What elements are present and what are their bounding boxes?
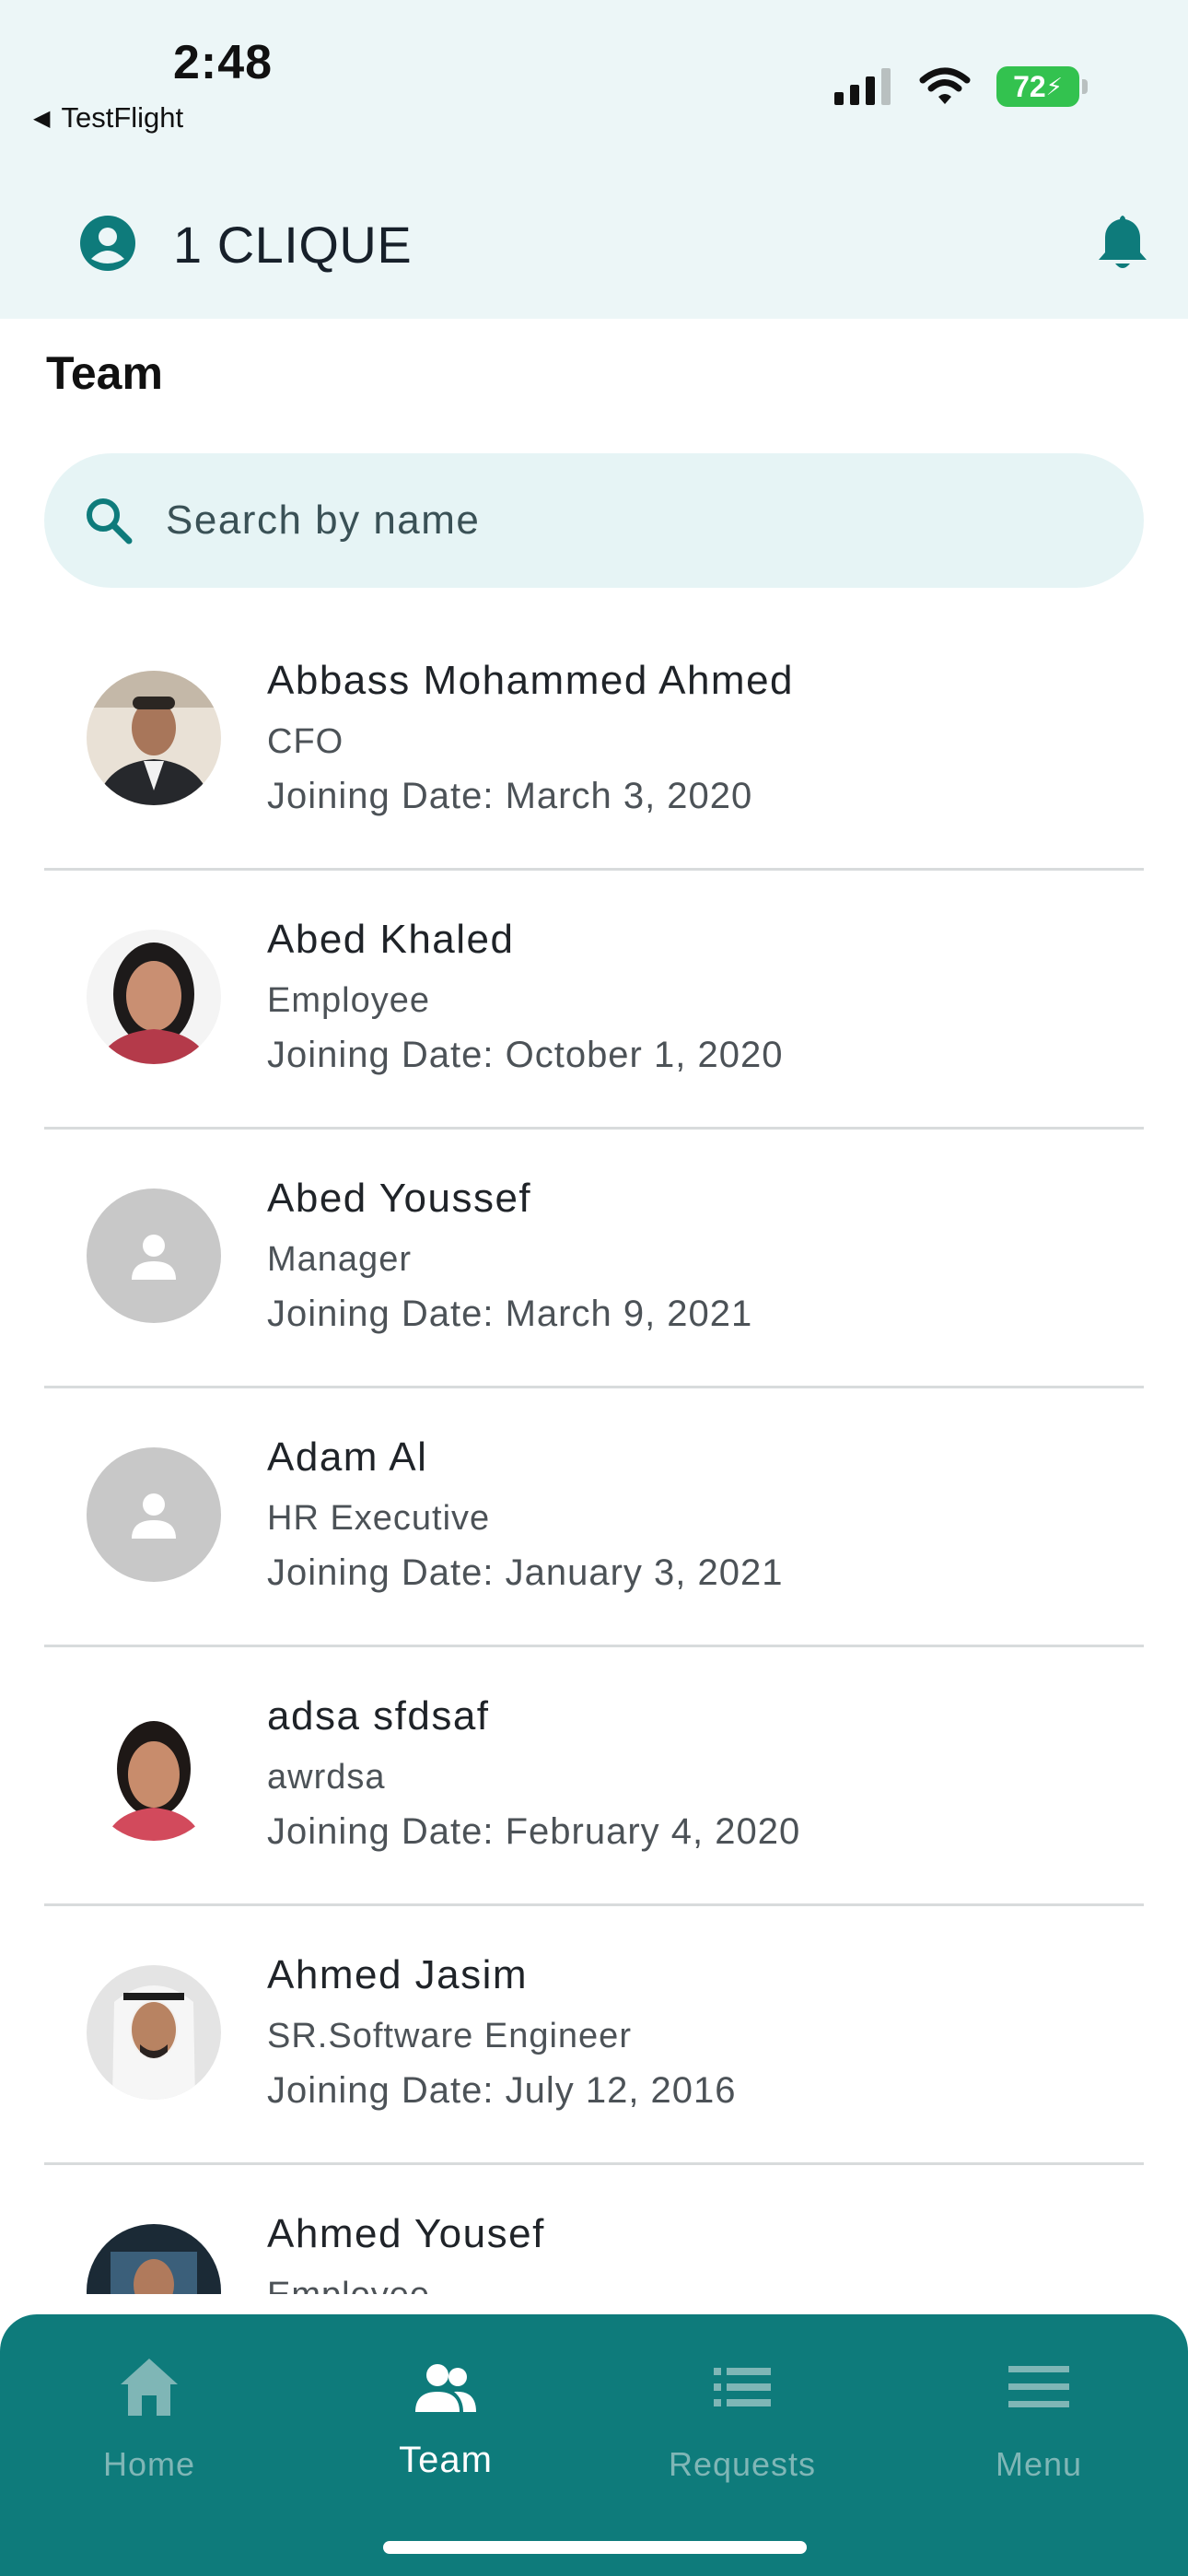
avatar xyxy=(87,930,221,1064)
member-role: Employee xyxy=(267,981,430,1020)
search-bar[interactable] xyxy=(44,453,1144,588)
back-arrow-icon: ◀ xyxy=(33,105,51,131)
avatar xyxy=(87,2224,221,2294)
charging-bolt-icon: ⚡ xyxy=(1045,72,1063,100)
nav-home[interactable]: Home xyxy=(39,2340,260,2506)
member-name: Abed Khaled xyxy=(267,917,515,962)
list-item[interactable]: Ahmed Jasim SR.Software Engineer Joining… xyxy=(44,1906,1144,2165)
list-icon xyxy=(714,2368,771,2406)
back-app-label: TestFlight xyxy=(61,101,184,134)
nav-requests[interactable]: Requests xyxy=(632,2340,853,2506)
app-title: 1 CLIQUE xyxy=(173,216,413,274)
nav-menu[interactable]: Menu xyxy=(928,2340,1149,2506)
avatar-placeholder xyxy=(87,1447,221,1582)
list-item[interactable]: Adam Al HR Executive Joining Date: Janua… xyxy=(44,1388,1144,1647)
person-icon xyxy=(132,1235,176,1280)
signal-icon xyxy=(834,68,891,105)
nav-team[interactable]: Team xyxy=(335,2340,556,2506)
page-title: Team xyxy=(46,347,163,399)
member-name: Ahmed Yousef xyxy=(267,2211,545,2256)
list-item[interactable]: Abed Youssef Manager Joining Date: March… xyxy=(44,1130,1144,1388)
avatar xyxy=(87,1706,221,1841)
home-icon xyxy=(121,2359,178,2416)
member-name: Abbass Mohammed Ahmed xyxy=(267,658,795,703)
wifi-icon xyxy=(919,67,971,104)
avatar-photo xyxy=(87,671,221,805)
team-icon xyxy=(415,2364,476,2412)
member-joining-date: Joining Date: July 12, 2016 xyxy=(267,2070,737,2111)
nav-team-label: Team xyxy=(399,2440,493,2480)
member-name: Ahmed Jasim xyxy=(267,1952,529,1997)
battery-icon: 72 ⚡ xyxy=(996,66,1088,107)
team-list[interactable]: Abbass Mohammed Ahmed CFO Joining Date: … xyxy=(0,612,1188,2294)
member-joining-date: Joining Date: March 9, 2021 xyxy=(267,1294,753,1334)
member-joining-date: Joining Date: January 3, 2021 xyxy=(267,1552,784,1593)
status-time: 2:48 xyxy=(173,36,274,89)
member-role: Manager xyxy=(267,1240,412,1279)
user-profile-icon[interactable] xyxy=(79,215,136,272)
member-joining-date: Joining Date: February 4, 2020 xyxy=(267,1811,801,1852)
avatar-placeholder xyxy=(87,1188,221,1323)
avatar xyxy=(87,671,221,805)
nav-home-label: Home xyxy=(102,2445,196,2483)
list-item[interactable]: Ahmed Yousef Employee xyxy=(44,2165,1144,2294)
search-icon xyxy=(87,498,133,544)
top-header: 2:48 ◀ TestFlight 72 ⚡ 1 CLIQUE xyxy=(0,0,1188,319)
status-indicators: 72 ⚡ xyxy=(834,66,1088,107)
member-role: CFO xyxy=(267,722,344,761)
nav-requests-label: Requests xyxy=(668,2445,817,2483)
back-to-app-link[interactable]: ◀ TestFlight xyxy=(33,101,183,135)
list-item[interactable]: adsa sfdsaf awrdsa Joining Date: Februar… xyxy=(44,1647,1144,1906)
person-icon xyxy=(132,1493,176,1539)
member-joining-date: Joining Date: October 1, 2020 xyxy=(267,1035,784,1075)
home-indicator xyxy=(383,2541,807,2554)
nav-menu-label: Menu xyxy=(995,2445,1083,2483)
bottom-navigation: Home Team Requests Menu xyxy=(0,2314,1188,2576)
battery-level: 72 xyxy=(1013,69,1046,103)
avatar-photo xyxy=(87,1965,221,2100)
avatar-photo xyxy=(87,930,221,1064)
list-item[interactable]: Abed Khaled Employee Joining Date: Octob… xyxy=(44,871,1144,1130)
hamburger-menu-icon xyxy=(1008,2366,1069,2407)
avatar xyxy=(87,1965,221,2100)
search-input[interactable] xyxy=(166,498,995,544)
member-name: Abed Youssef xyxy=(267,1176,532,1221)
list-item[interactable]: Abbass Mohammed Ahmed CFO Joining Date: … xyxy=(44,612,1144,871)
avatar-photo xyxy=(87,2224,221,2294)
member-role: Employee xyxy=(267,2276,430,2294)
member-role: HR Executive xyxy=(267,1499,491,1538)
member-role: SR.Software Engineer xyxy=(267,2017,632,2055)
avatar-photo xyxy=(87,1706,221,1841)
member-role: awrdsa xyxy=(267,1758,386,1797)
member-joining-date: Joining Date: March 3, 2020 xyxy=(267,776,753,816)
member-name: Adam Al xyxy=(267,1434,428,1480)
member-name: adsa sfdsaf xyxy=(267,1693,490,1739)
notification-bell-icon[interactable] xyxy=(1096,212,1149,273)
